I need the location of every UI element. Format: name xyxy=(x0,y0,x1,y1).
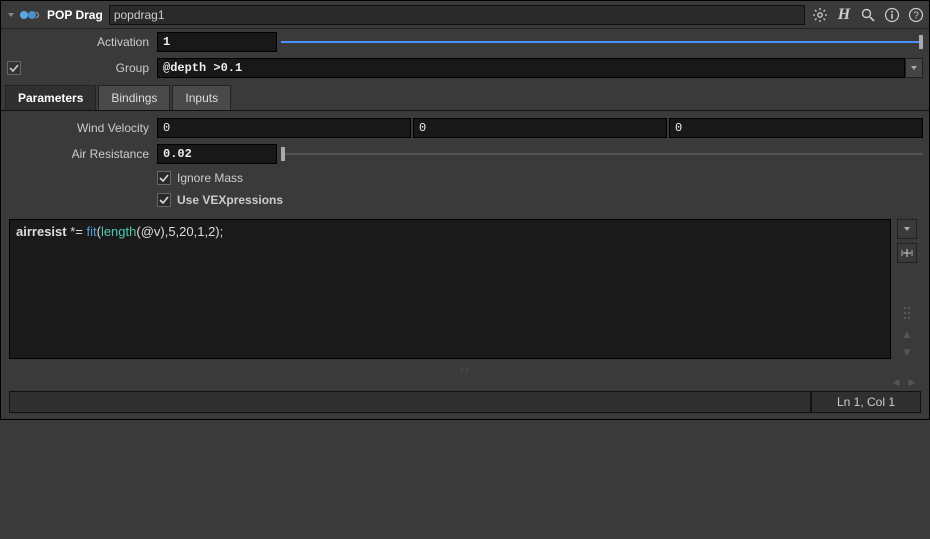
tab-bindings[interactable]: Bindings xyxy=(98,85,170,110)
group-menu-button[interactable] xyxy=(905,58,923,78)
wind-velocity-x-input[interactable] xyxy=(157,118,411,138)
wind-velocity-label: Wind Velocity xyxy=(7,121,157,135)
code-menu-button[interactable] xyxy=(897,219,917,239)
air-resistance-input[interactable] xyxy=(157,144,277,164)
code-expand-button[interactable] xyxy=(897,243,917,263)
scroll-up-icon[interactable]: ▲ xyxy=(901,327,913,341)
bypass-toggle[interactable] xyxy=(7,61,21,75)
group-input[interactable] xyxy=(157,58,905,78)
wind-velocity-z-input[interactable] xyxy=(669,118,923,138)
scroll-right-icon[interactable]: ▶ xyxy=(905,377,919,389)
air-resistance-slider[interactable] xyxy=(281,144,923,164)
vex-code-editor[interactable]: airresist *= fit(length(@v),5,20,1,2); xyxy=(9,219,891,359)
group-label: Group xyxy=(25,61,157,75)
wind-velocity-y-input[interactable] xyxy=(413,118,667,138)
houdini-h-icon[interactable]: H xyxy=(835,6,853,24)
editor-resize-handle[interactable]: ⠿⠿ xyxy=(1,367,929,375)
code-drag-grip-icon[interactable] xyxy=(897,303,917,323)
ignore-mass-checkbox[interactable] xyxy=(157,171,171,185)
scroll-down-icon[interactable]: ▼ xyxy=(901,345,913,359)
use-vex-label: Use VEXpressions xyxy=(177,193,283,207)
help-icon[interactable]: ? xyxy=(907,6,925,24)
node-type-label: POP Drag xyxy=(47,8,103,22)
cursor-position-label: Ln 1, Col 1 xyxy=(811,391,921,413)
tab-inputs[interactable]: Inputs xyxy=(172,85,231,110)
svg-text:?: ? xyxy=(913,10,919,21)
use-vex-checkbox[interactable] xyxy=(157,193,171,207)
gear-icon[interactable] xyxy=(811,6,829,24)
scroll-left-icon[interactable]: ◀ xyxy=(889,377,903,389)
info-icon[interactable] xyxy=(883,6,901,24)
status-message-area xyxy=(9,391,811,413)
tab-parameters[interactable]: Parameters xyxy=(5,85,96,110)
pop-drag-node-icon xyxy=(19,8,41,22)
node-name-input[interactable] xyxy=(109,5,805,25)
search-icon[interactable] xyxy=(859,6,877,24)
activation-slider[interactable] xyxy=(281,32,923,52)
activation-label: Activation xyxy=(7,35,157,49)
tab-bar: Parameters Bindings Inputs xyxy=(1,81,929,111)
air-resistance-label: Air Resistance xyxy=(7,147,157,161)
expand-arrow-icon[interactable] xyxy=(7,8,19,22)
activation-input[interactable] xyxy=(157,32,277,52)
ignore-mass-label: Ignore Mass xyxy=(177,171,243,185)
